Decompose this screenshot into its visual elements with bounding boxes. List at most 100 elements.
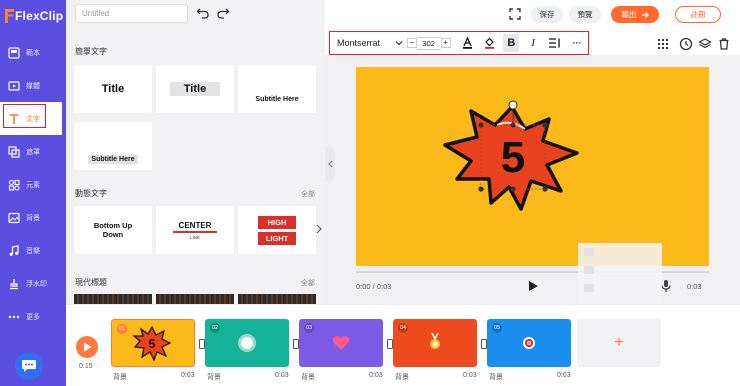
animated-preset-card[interactable]: Bottom Up Down bbox=[74, 206, 152, 254]
preset-line2: LINE bbox=[189, 234, 200, 240]
text-tab-highlight bbox=[3, 104, 46, 128]
trash-icon[interactable] bbox=[717, 37, 731, 51]
overlay-icon bbox=[8, 145, 20, 158]
align-text-icon bbox=[549, 38, 560, 48]
scene-thumbnail[interactable]: 01 5 bbox=[111, 319, 195, 367]
collapse-panel-button[interactable] bbox=[325, 146, 335, 182]
animated-preset-card[interactable]: HIGH LIGHT bbox=[238, 206, 316, 254]
modern-title-thumb[interactable] bbox=[238, 294, 316, 304]
starburst-text-element[interactable]: 5 bbox=[437, 95, 587, 221]
text-preset-card[interactable]: Title bbox=[74, 65, 152, 113]
starburst-thumb-icon: 5 bbox=[132, 325, 172, 361]
clock-icon[interactable] bbox=[679, 37, 693, 51]
font-size-decrease-button[interactable]: − bbox=[406, 38, 417, 48]
animated-preset-card[interactable]: CENTER LINE bbox=[156, 206, 234, 254]
sidebar-item-more[interactable]: 更多 bbox=[0, 300, 66, 333]
text-preset-card[interactable]: Subtitle Here bbox=[74, 122, 152, 170]
scene-thumbnail[interactable]: 05 bbox=[487, 319, 571, 367]
preview-button[interactable]: 預覽 bbox=[569, 6, 601, 23]
animated-text-see-all[interactable]: 全部 bbox=[301, 189, 315, 199]
scene-thumbnail[interactable]: 04 bbox=[393, 319, 477, 367]
scene-label: 背景 bbox=[489, 374, 503, 381]
scene-thumbnail[interactable]: 03 bbox=[299, 319, 383, 367]
watermark-icon bbox=[8, 278, 20, 290]
sidebar-item-music[interactable]: 音樂 bbox=[0, 234, 66, 267]
align-button[interactable] bbox=[544, 34, 566, 52]
sidebar-item-media[interactable]: 媒體 bbox=[0, 69, 66, 102]
sidebar-item-templates[interactable]: 範本 bbox=[0, 36, 66, 69]
template-icon bbox=[8, 46, 20, 59]
scene-number: 03 bbox=[304, 323, 314, 333]
logo-mark-icon bbox=[5, 9, 15, 23]
flexclip-logo[interactable]: FlexClip bbox=[5, 8, 65, 24]
modern-title-see-all[interactable]: 全部 bbox=[301, 278, 315, 288]
text-format-toolbar: Montserrat − 302 + B I ··· bbox=[329, 31, 589, 55]
save-button[interactable]: 保存 bbox=[531, 6, 563, 23]
layers-icon[interactable] bbox=[698, 37, 712, 51]
modern-title-thumb[interactable] bbox=[74, 294, 152, 304]
project-name-input[interactable]: Untitled bbox=[75, 4, 188, 23]
text-preset-card[interactable]: Subtitle Here bbox=[238, 65, 316, 113]
font-family-select[interactable]: Montserrat bbox=[337, 38, 395, 48]
sidebar-item-elements[interactable]: 元素 bbox=[0, 168, 66, 201]
register-button[interactable]: 註冊 bbox=[675, 6, 721, 23]
scene-number-thumb: 5 bbox=[149, 337, 156, 351]
preset-line2: LIGHT bbox=[257, 231, 297, 245]
add-scene-button[interactable]: + bbox=[577, 319, 661, 367]
bold-button[interactable]: B bbox=[503, 34, 520, 52]
preset-title: Title bbox=[101, 83, 125, 95]
modern-title-heading: 現代標題 bbox=[75, 278, 107, 287]
logo-text: FlexClip bbox=[15, 9, 64, 23]
play-icon bbox=[83, 342, 91, 352]
chevron-down-icon[interactable] bbox=[395, 39, 403, 47]
scene-duration[interactable]: 0:03 bbox=[275, 372, 289, 379]
text-preset-card[interactable]: Title bbox=[156, 65, 234, 113]
scene-duration[interactable]: 0:03 bbox=[463, 372, 477, 379]
scene-label: 背景 bbox=[301, 374, 315, 381]
italic-button[interactable]: I bbox=[522, 34, 544, 52]
faded-menu-item bbox=[578, 243, 662, 261]
undo-icon[interactable] bbox=[196, 6, 210, 20]
sidebar-item-label: 範本 bbox=[26, 49, 40, 57]
scene-duration[interactable]: 0:03 bbox=[369, 372, 383, 379]
more-icon bbox=[8, 311, 20, 323]
sidebar-item-label: 更多 bbox=[26, 313, 40, 321]
scene-thumbnail[interactable]: 02 bbox=[205, 319, 289, 367]
grid-icon[interactable] bbox=[656, 37, 670, 51]
preset-line2: Down bbox=[102, 230, 124, 239]
scene-duration[interactable]: 0:03 bbox=[181, 372, 195, 379]
fullscreen-icon[interactable] bbox=[508, 7, 522, 21]
highlight-color-button[interactable] bbox=[478, 34, 500, 52]
medal-icon bbox=[430, 333, 440, 349]
scene-number: 01 bbox=[117, 324, 127, 334]
carousel-next-icon[interactable] bbox=[315, 222, 323, 236]
text-color-icon bbox=[463, 37, 472, 49]
font-size-increase-button[interactable]: + bbox=[440, 38, 451, 48]
simple-text-heading: 簡單文字 bbox=[75, 47, 107, 56]
target-icon bbox=[523, 337, 535, 349]
text-color-button[interactable] bbox=[457, 34, 479, 52]
music-icon bbox=[8, 244, 20, 257]
redo-icon[interactable] bbox=[216, 6, 230, 20]
sidebar-item-watermark[interactable]: 浮水印 bbox=[0, 267, 66, 300]
video-canvas[interactable]: 5 bbox=[356, 67, 709, 266]
export-button[interactable]: 輸出 bbox=[611, 6, 659, 23]
background-icon bbox=[8, 212, 20, 224]
preset-line1: Bottom Up bbox=[93, 221, 133, 230]
play-icon[interactable] bbox=[527, 280, 539, 292]
chat-support-button[interactable] bbox=[15, 352, 43, 380]
scene-duration[interactable]: 0:03 bbox=[557, 372, 571, 379]
sidebar-item-overlay[interactable]: 遮罩 bbox=[0, 135, 66, 168]
scene-label: 背景 bbox=[395, 374, 409, 381]
sidebar-item-label: 背景 bbox=[26, 214, 40, 222]
animated-text-heading: 動態文字 bbox=[75, 189, 107, 198]
sidebar: FlexClip 範本 媒體 文字 遮罩 元素 背景 音樂 浮水印 更多 bbox=[0, 0, 66, 386]
modern-title-thumb[interactable] bbox=[156, 294, 234, 304]
font-size-input[interactable]: 302 bbox=[416, 36, 441, 50]
timeline-play-button[interactable] bbox=[76, 336, 98, 358]
more-options-button[interactable]: ··· bbox=[566, 34, 588, 52]
scene-number: 04 bbox=[398, 323, 408, 333]
sidebar-item-label: 元素 bbox=[26, 181, 40, 189]
faded-item-icon bbox=[584, 284, 594, 292]
sidebar-item-background[interactable]: 背景 bbox=[0, 201, 66, 234]
